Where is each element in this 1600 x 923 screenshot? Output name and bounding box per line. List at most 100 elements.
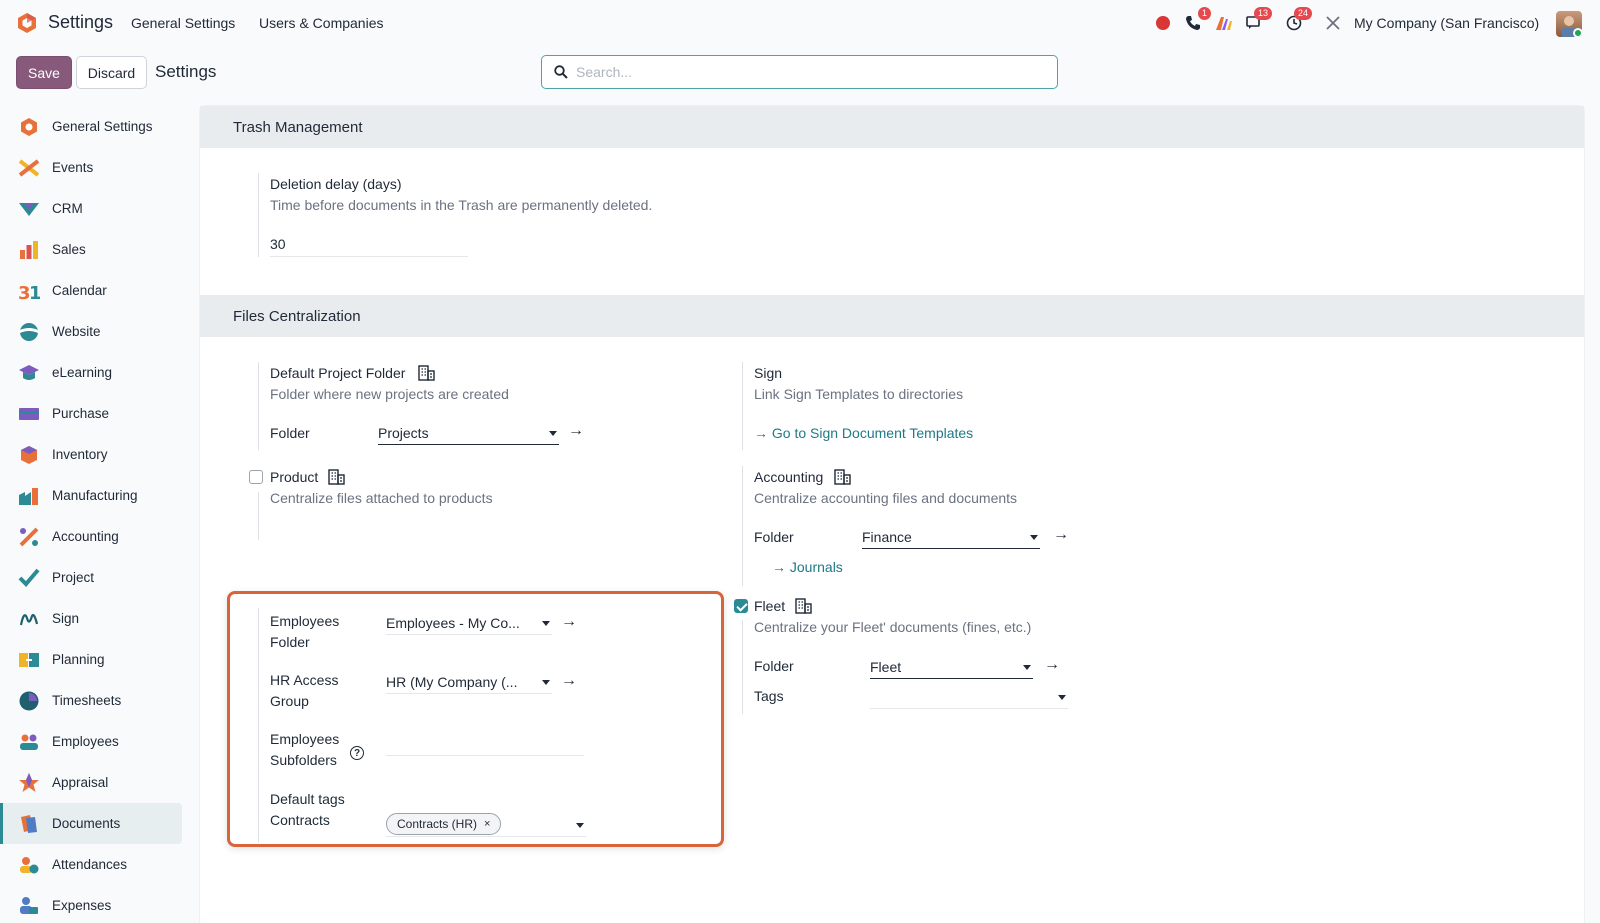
ai-icon[interactable] <box>1214 10 1234 36</box>
journals-link-label: Journals <box>789 559 843 575</box>
chevron-down-icon <box>1058 695 1066 700</box>
sidebar-item-label: Expenses <box>52 898 112 913</box>
fleet-description: Centralize your Fleet' documents (fines,… <box>754 619 1032 635</box>
sidebar-item-purchase[interactable]: Purchase <box>0 393 190 434</box>
top-navbar: Settings General Settings Users & Compan… <box>0 0 1600 46</box>
accounting-folder-open-arrow-icon[interactable]: → <box>1053 526 1069 544</box>
user-avatar[interactable] <box>1556 11 1582 37</box>
fleet-checkbox[interactable] <box>734 599 748 613</box>
expenses-icon <box>20 896 38 914</box>
sidebar-item-sign[interactable]: Sign <box>0 598 190 639</box>
menu-general-settings[interactable]: General Settings <box>131 15 235 31</box>
company-building-icon <box>795 598 812 614</box>
hr-access-group-open-arrow-icon[interactable]: → <box>561 672 577 690</box>
sidebar-item-general-settings[interactable]: General Settings <box>0 106 190 147</box>
sidebar-item-appraisal[interactable]: Appraisal <box>0 762 190 803</box>
hr-access-group-label-line2: Group <box>270 693 309 709</box>
sidebar-item-documents[interactable]: Documents <box>0 803 182 844</box>
calendar-icon: 31 <box>18 283 40 302</box>
sales-icon <box>20 240 38 259</box>
project-folder-select[interactable]: Projects <box>378 425 559 445</box>
sidebar-item-inventory[interactable]: Inventory <box>0 434 190 475</box>
accounting-folder-value: Finance <box>862 529 912 545</box>
attendances-icon <box>20 856 39 873</box>
fleet-tags-label: Tags <box>754 688 784 704</box>
sidebar-item-employees[interactable]: Employees <box>0 721 190 762</box>
project-folder-open-arrow-icon[interactable]: → <box>568 422 584 440</box>
settings-app-icon[interactable] <box>16 12 38 34</box>
sign-templates-link-label: Go to Sign Document Templates <box>771 425 974 441</box>
fleet-folder-select[interactable]: Fleet <box>870 659 1033 679</box>
accounting-icon <box>19 527 39 546</box>
menu-users-companies[interactable]: Users & Companies <box>259 15 384 31</box>
employees-folder-select[interactable]: Employees - My Co... <box>386 615 552 635</box>
accounting-label: Accounting <box>754 469 824 485</box>
sidebar-item-events[interactable]: Events <box>0 147 190 188</box>
employees-subfolders-label-line2: Subfolders <box>270 752 337 768</box>
chat-icon[interactable]: 13 <box>1244 7 1272 36</box>
chevron-down-icon <box>1030 535 1038 540</box>
tools-icon[interactable] <box>1323 10 1343 36</box>
sidebar-item-sales[interactable]: Sales <box>0 229 190 270</box>
settings-sidebar: General Settings Events CRM Sales 31 Cal… <box>0 106 190 923</box>
chevron-down-icon <box>549 431 557 436</box>
help-tooltip-icon[interactable]: ? <box>350 746 364 760</box>
sign-templates-link[interactable]: → Go to Sign Document Templates <box>754 425 973 441</box>
employees-subfolders-input[interactable] <box>386 736 584 756</box>
sidebar-item-timesheets[interactable]: Timesheets <box>0 680 190 721</box>
employees-folder-value: Employees - My Co... <box>386 615 520 631</box>
sidebar-item-label: Sign <box>52 611 80 626</box>
hr-access-group-select[interactable]: HR (My Company (... <box>386 674 552 694</box>
product-checkbox[interactable] <box>249 470 263 484</box>
accounting-folder-label: Folder <box>754 529 794 545</box>
sidebar-item-crm[interactable]: CRM <box>0 188 190 229</box>
sidebar-item-label: Website <box>52 324 101 339</box>
sidebar-item-website[interactable]: Website <box>0 311 190 352</box>
company-switcher[interactable]: My Company (San Francisco) <box>1354 15 1539 31</box>
sidebar-item-accounting[interactable]: Accounting <box>0 516 190 557</box>
sidebar-item-calendar[interactable]: 31 Calendar <box>0 270 190 311</box>
app-title[interactable]: Settings <box>48 12 113 33</box>
activity-clock-icon[interactable]: 24 <box>1284 7 1312 36</box>
accounting-folder-select[interactable]: Finance <box>862 529 1040 549</box>
website-icon <box>20 322 38 341</box>
save-button[interactable]: Save <box>16 56 72 89</box>
sign-label: Sign <box>754 365 783 381</box>
record-icon[interactable] <box>1155 10 1171 36</box>
chevron-down-icon <box>1023 665 1031 670</box>
sidebar-item-planning[interactable]: Planning <box>0 639 190 680</box>
discard-button[interactable]: Discard <box>76 56 147 89</box>
sidebar-item-label: eLearning <box>52 365 113 380</box>
sidebar-item-attendances[interactable]: Attendances <box>0 844 190 885</box>
sidebar-item-expenses[interactable]: Expenses <box>0 885 190 923</box>
planning-icon <box>19 652 39 667</box>
fleet-folder-open-arrow-icon[interactable]: → <box>1044 656 1060 674</box>
fleet-tags-select[interactable] <box>870 689 1068 709</box>
phone-badge: 1 <box>1197 7 1211 20</box>
sidebar-item-label: Events <box>52 160 94 175</box>
setting-divider <box>258 492 259 540</box>
remove-tag-icon[interactable]: × <box>484 818 490 830</box>
settings-search[interactable] <box>541 55 1058 89</box>
fleet-folder-value: Fleet <box>870 659 902 675</box>
default-tags-contracts-label-line2: Contracts <box>270 812 330 828</box>
sidebar-item-label: Timesheets <box>52 693 122 708</box>
sidebar-item-label: Inventory <box>52 447 108 462</box>
journals-link[interactable]: → Journals <box>772 559 843 575</box>
phone-icon[interactable]: 1 <box>1183 7 1211 36</box>
sidebar-item-project[interactable]: Project <box>0 557 190 598</box>
search-input[interactable] <box>576 64 1016 80</box>
sidebar-item-manufacturing[interactable]: Manufacturing <box>0 475 190 516</box>
product-label: Product <box>270 469 319 485</box>
sidebar-item-label: Planning <box>52 652 105 667</box>
timesheets-icon <box>19 691 39 710</box>
sidebar-item-label: Purchase <box>52 406 110 421</box>
sidebar-item-label: Manufacturing <box>52 488 138 503</box>
employees-folder-open-arrow-icon[interactable]: → <box>561 613 577 631</box>
sidebar-item-label: CRM <box>52 201 83 216</box>
setting-divider <box>742 362 743 450</box>
accounting-description: Centralize accounting files and document… <box>754 490 1018 506</box>
sidebar-item-elearning[interactable]: eLearning <box>0 352 190 393</box>
deletion-delay-input[interactable]: 30 <box>270 236 468 257</box>
chevron-down-icon <box>542 680 550 685</box>
